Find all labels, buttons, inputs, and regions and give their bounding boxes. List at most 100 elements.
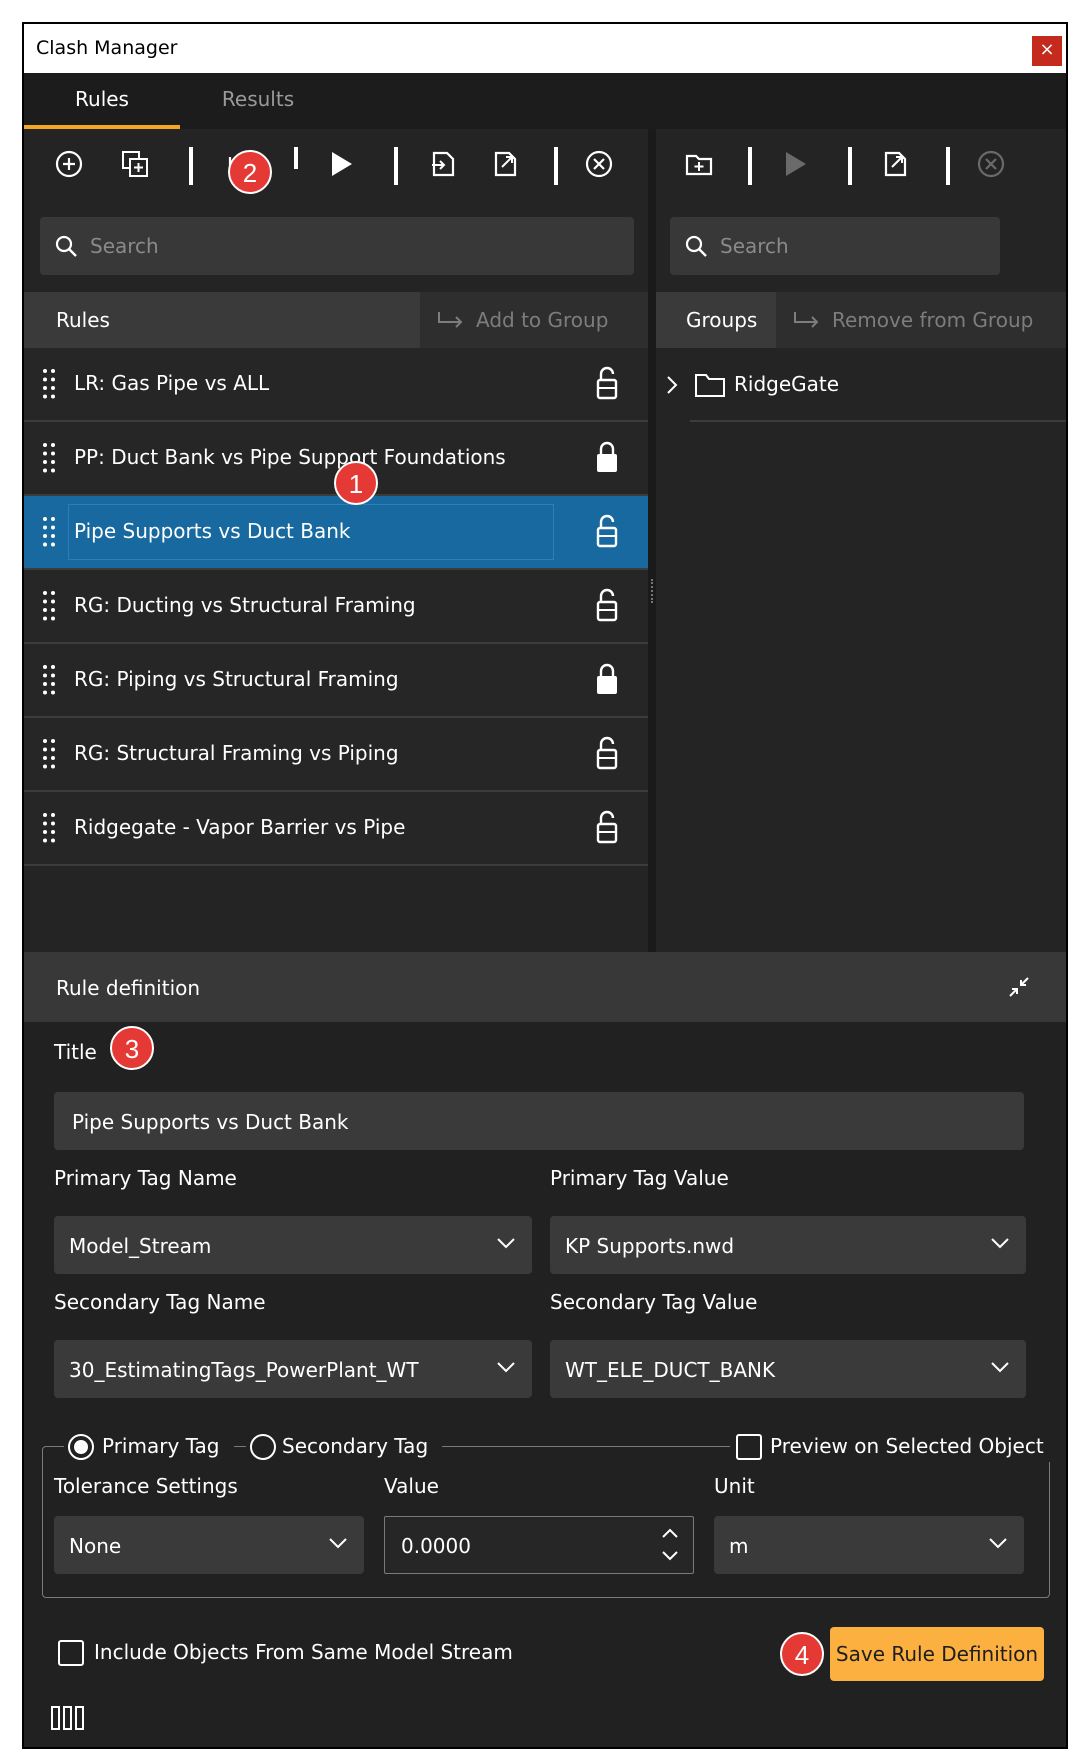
title-input[interactable]: Pipe Supports vs Duct Bank xyxy=(54,1092,1024,1150)
tab-results[interactable]: Results xyxy=(180,73,336,129)
radio-primary-tag[interactable]: Primary Tag xyxy=(64,1432,234,1462)
radio-primary-label: Primary Tag xyxy=(102,1434,220,1458)
primary-tag-name-dropdown[interactable]: Model_Stream xyxy=(54,1216,532,1274)
lock-open-icon[interactable] xyxy=(596,514,618,548)
secondary-tag-name-dropdown[interactable]: 30_EstimatingTags_PowerPlant_WT xyxy=(54,1340,532,1398)
rule-row[interactable]: LR: Gas Pipe vs ALL xyxy=(24,348,648,422)
rule-label: LR: Gas Pipe vs ALL xyxy=(74,371,270,395)
remove-from-group-label: Remove from Group xyxy=(832,308,1034,332)
rule-row[interactable]: RG: Piping vs Structural Framing xyxy=(24,644,648,718)
value-label: Value xyxy=(384,1474,439,1498)
preview-checkbox[interactable] xyxy=(736,1434,762,1460)
drag-handle-icon[interactable] xyxy=(42,664,56,696)
add-to-group-button[interactable]: Add to Group xyxy=(420,292,648,348)
close-button[interactable]: × xyxy=(1032,36,1062,66)
chevron-right-icon[interactable] xyxy=(666,375,678,395)
radio-button-secondary[interactable] xyxy=(250,1434,276,1460)
clash-manager-window: Clash Manager × Rules Results Search Rul… xyxy=(22,22,1068,1749)
status-bars-icon xyxy=(51,1706,84,1730)
run-rule-icon[interactable] xyxy=(326,149,356,179)
primary-tag-value-dropdown[interactable]: KP Supports.nwd xyxy=(550,1216,1026,1274)
chevron-down-icon xyxy=(497,1362,515,1373)
radio-button-primary[interactable] xyxy=(68,1434,94,1460)
export-group-icon[interactable] xyxy=(880,149,910,179)
secondary-tag-value-label: Secondary Tag Value xyxy=(550,1290,758,1314)
lock-closed-icon[interactable] xyxy=(596,662,618,696)
rules-search-field[interactable]: Search xyxy=(40,217,634,275)
rule-row[interactable]: RG: Structural Framing vs Piping xyxy=(24,718,648,792)
groups-search-field[interactable]: Search xyxy=(670,217,1000,275)
group-label: RidgeGate xyxy=(734,372,840,396)
window-title: Clash Manager xyxy=(36,37,178,59)
chevron-down-icon xyxy=(329,1538,347,1549)
search-placeholder: Search xyxy=(720,234,789,258)
secondary-tag-value-dropdown[interactable]: WT_ELE_DUCT_BANK xyxy=(550,1340,1026,1398)
spin-down-icon[interactable] xyxy=(661,1550,679,1562)
include-same-model-stream-checkbox[interactable]: Include Objects From Same Model Stream xyxy=(58,1638,513,1670)
preview-on-selected-object-checkbox[interactable]: Preview on Selected Object xyxy=(730,1432,1058,1462)
drag-handle-icon[interactable] xyxy=(42,516,56,548)
annotation-badge-4: 4 xyxy=(780,1632,824,1676)
run-group-icon[interactable] xyxy=(780,149,810,179)
tolerance-settings-label: Tolerance Settings xyxy=(54,1474,238,1498)
add-to-group-label: Add to Group xyxy=(476,308,609,332)
primary-tag-name-label: Primary Tag Name xyxy=(54,1166,237,1190)
collapse-icon[interactable] xyxy=(1006,974,1032,1000)
folder-icon xyxy=(695,374,725,397)
annotation-badge-1: 1 xyxy=(334,461,378,505)
rule-definition-header: Rule definition xyxy=(24,952,1066,1022)
drag-handle-icon[interactable] xyxy=(42,442,56,474)
rule-row[interactable]: Pipe Supports vs Duct Bank xyxy=(24,496,648,570)
search-icon xyxy=(55,235,77,257)
rules-list-header: Rules Add to Group xyxy=(24,292,648,348)
annotation-badge-2: 2 xyxy=(228,150,272,194)
secondary-tag-name-value: 30_EstimatingTags_PowerPlant_WT xyxy=(69,1358,419,1382)
unit-dropdown[interactable]: m xyxy=(714,1516,1024,1574)
add-group-icon[interactable] xyxy=(684,149,714,179)
tab-bar: Rules Results xyxy=(24,73,1066,129)
delete-rule-icon[interactable] xyxy=(584,149,614,179)
lock-closed-icon[interactable] xyxy=(596,440,618,474)
search-placeholder: Search xyxy=(90,234,159,258)
lock-open-icon[interactable] xyxy=(596,810,618,844)
unit-value: m xyxy=(729,1534,749,1558)
unit-label: Unit xyxy=(714,1474,755,1498)
add-rule-icon[interactable] xyxy=(54,149,84,179)
arrow-turn-right-icon xyxy=(794,312,819,328)
toolbar-separator xyxy=(748,147,752,185)
value-spinbox[interactable]: 0.0000 xyxy=(384,1516,694,1574)
lock-open-icon[interactable] xyxy=(596,736,618,770)
drag-handle-icon[interactable] xyxy=(42,368,56,400)
duplicate-rule-icon[interactable] xyxy=(120,149,150,179)
arrow-turn-right-icon xyxy=(438,312,463,328)
tab-rules[interactable]: Rules xyxy=(24,73,180,129)
rule-row[interactable]: Ridgegate - Vapor Barrier vs Pipe xyxy=(24,792,648,866)
toolbar-separator xyxy=(554,147,558,185)
lock-open-icon[interactable] xyxy=(596,366,618,400)
chevron-down-icon xyxy=(989,1538,1007,1549)
group-item-ridgegate[interactable]: RidgeGate xyxy=(656,348,1066,422)
spin-up-icon[interactable] xyxy=(661,1527,679,1539)
save-rule-definition-button[interactable]: Save Rule Definition xyxy=(830,1627,1044,1681)
splitter-grip xyxy=(651,579,655,603)
delete-group-icon[interactable] xyxy=(976,149,1006,179)
lock-open-icon[interactable] xyxy=(596,588,618,622)
include-checkbox[interactable] xyxy=(58,1640,84,1666)
remove-from-group-button[interactable]: Remove from Group xyxy=(776,292,1066,348)
radio-secondary-tag[interactable]: Secondary Tag xyxy=(246,1432,442,1462)
panel-splitter[interactable] xyxy=(648,129,656,952)
drag-handle-icon[interactable] xyxy=(42,738,56,770)
rule-row[interactable]: RG: Ducting vs Structural Framing xyxy=(24,570,648,644)
chevron-down-icon xyxy=(991,1238,1009,1249)
rule-label: Ridgegate - Vapor Barrier vs Pipe xyxy=(74,815,406,839)
toolbar-separator xyxy=(848,147,852,185)
import-rule-icon[interactable] xyxy=(428,149,458,179)
drag-handle-icon[interactable] xyxy=(42,812,56,844)
primary-tag-name-value: Model_Stream xyxy=(69,1234,212,1258)
tolerance-settings-dropdown[interactable]: None xyxy=(54,1516,364,1574)
drag-handle-icon[interactable] xyxy=(42,590,56,622)
rule-label: RG: Structural Framing vs Piping xyxy=(74,741,399,765)
toolbar-separator xyxy=(946,147,950,185)
export-rule-icon[interactable] xyxy=(490,149,520,179)
secondary-tag-value-value: WT_ELE_DUCT_BANK xyxy=(565,1358,776,1382)
